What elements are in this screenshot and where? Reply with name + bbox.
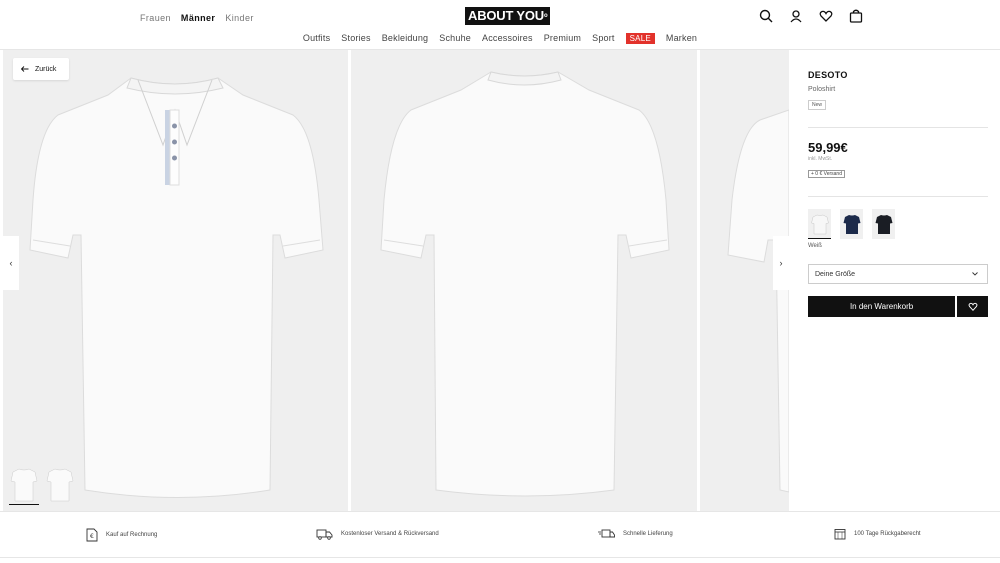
gallery-next-button[interactable]: › (773, 236, 789, 290)
swatch-white-shirt (810, 214, 829, 234)
usp-fast-delivery: Schnelle Lieferung (598, 528, 673, 540)
usp-invoice: € Kauf auf Rechnung (86, 528, 157, 542)
search-icon[interactable] (758, 8, 774, 24)
back-label: Zurück (35, 65, 57, 73)
price-note: inkl. MwSt. (808, 156, 833, 162)
usp-free-shipping-label: Kostenloser Versand & Rückversand (341, 531, 439, 537)
nav-marken[interactable]: Marken (666, 33, 697, 44)
polo-back-image (380, 71, 670, 497)
heart-icon[interactable] (818, 8, 834, 24)
swatch-white[interactable] (808, 209, 831, 239)
user-icon[interactable] (788, 8, 804, 24)
heart-icon (968, 302, 978, 311)
nav-sale[interactable]: SALE (625, 33, 655, 44)
main-nav: Outfits Stories Bekleidung Schuhe Access… (0, 33, 1000, 44)
cart-actions: In den Warenkorb (808, 296, 988, 317)
nav-premium[interactable]: Premium (544, 33, 581, 44)
nav-bekleidung[interactable]: Bekleidung (382, 33, 429, 44)
product-price: 59,99€ (808, 140, 848, 155)
tab-kinder[interactable]: Kinder (225, 13, 253, 23)
size-select[interactable]: Deine Größe (808, 264, 988, 284)
polo-front-image (29, 77, 324, 498)
back-button[interactable]: Zurück (13, 58, 69, 80)
chevron-left-icon: ‹ (9, 258, 13, 268)
nav-stories[interactable]: Stories (341, 33, 370, 44)
invoice-icon: € (86, 528, 98, 542)
nav-outfits[interactable]: Outfits (303, 33, 330, 44)
thumbnail-strip (9, 463, 75, 505)
usp-free-shipping: Kostenloser Versand & Rückversand (316, 528, 439, 540)
product-gallery: Zurück ‹ › (3, 50, 789, 511)
chevron-right-icon: › (779, 258, 783, 268)
color-swatches (808, 209, 988, 239)
swatch-navy-shirt (843, 215, 860, 234)
tab-frauen[interactable]: Frauen (140, 13, 171, 23)
product-brand[interactable]: DESOTO (808, 70, 988, 80)
site-header: Frauen Männer Kinder ABOUT YOUo Outfits … (0, 0, 1000, 50)
gallery-prev-button[interactable]: ‹ (3, 236, 19, 290)
svg-text:€: € (90, 533, 94, 540)
tab-maenner[interactable]: Männer (181, 13, 215, 23)
thumb-polo-front (10, 468, 38, 502)
usp-returns: 100 Tage Rückgaberecht (834, 528, 921, 540)
usp-fast-delivery-label: Schnelle Lieferung (623, 531, 673, 537)
divider (808, 127, 988, 128)
swatch-black[interactable] (872, 209, 895, 239)
thumbnail-back[interactable] (45, 463, 75, 505)
logo[interactable]: ABOUT YOUo (465, 7, 551, 25)
gender-tabs: Frauen Männer Kinder (140, 13, 254, 23)
chevron-down-icon (972, 272, 978, 276)
add-to-cart-label: In den Warenkorb (849, 302, 914, 311)
add-to-cart-button[interactable]: In den Warenkorb (808, 296, 956, 317)
fast-delivery-icon (598, 529, 615, 538)
product-type: Poloshirt (808, 86, 836, 93)
thumb-polo-back (46, 468, 74, 502)
gallery-image-back[interactable] (351, 50, 697, 511)
thumbnail-front[interactable] (9, 463, 39, 505)
swatch-navy[interactable] (840, 209, 863, 239)
color-name: Weiß (808, 243, 822, 249)
divider (808, 196, 988, 197)
gallery-image-side[interactable]: › (700, 50, 789, 511)
size-placeholder: Deine Größe (815, 270, 856, 278)
calendar-icon (834, 529, 846, 540)
bag-icon[interactable] (848, 8, 864, 24)
arrow-left-icon (21, 66, 29, 72)
wishlist-button[interactable] (957, 296, 988, 317)
gallery-image-front[interactable]: Zurück ‹ (3, 50, 348, 511)
usp-returns-label: 100 Tage Rückgaberecht (854, 531, 921, 537)
logo-text: ABOUT YOU (468, 8, 544, 23)
truck-icon (316, 529, 333, 540)
shipping-tag: + 0 € Versand (808, 170, 845, 178)
new-badge: New (808, 100, 827, 110)
nav-sport[interactable]: Sport (592, 33, 615, 44)
nav-schuhe[interactable]: Schuhe (439, 33, 471, 44)
header-icons (758, 8, 864, 24)
usp-invoice-label: Kauf auf Rechnung (106, 532, 158, 538)
nav-accessoires[interactable]: Accessoires (482, 33, 533, 44)
swatch-black-shirt (875, 215, 892, 234)
product-details: DESOTO Poloshirt New 59,99€ inkl. MwSt. … (789, 50, 1000, 511)
usp-bar: € Kauf auf Rechnung Kostenloser Versand … (0, 511, 1000, 558)
